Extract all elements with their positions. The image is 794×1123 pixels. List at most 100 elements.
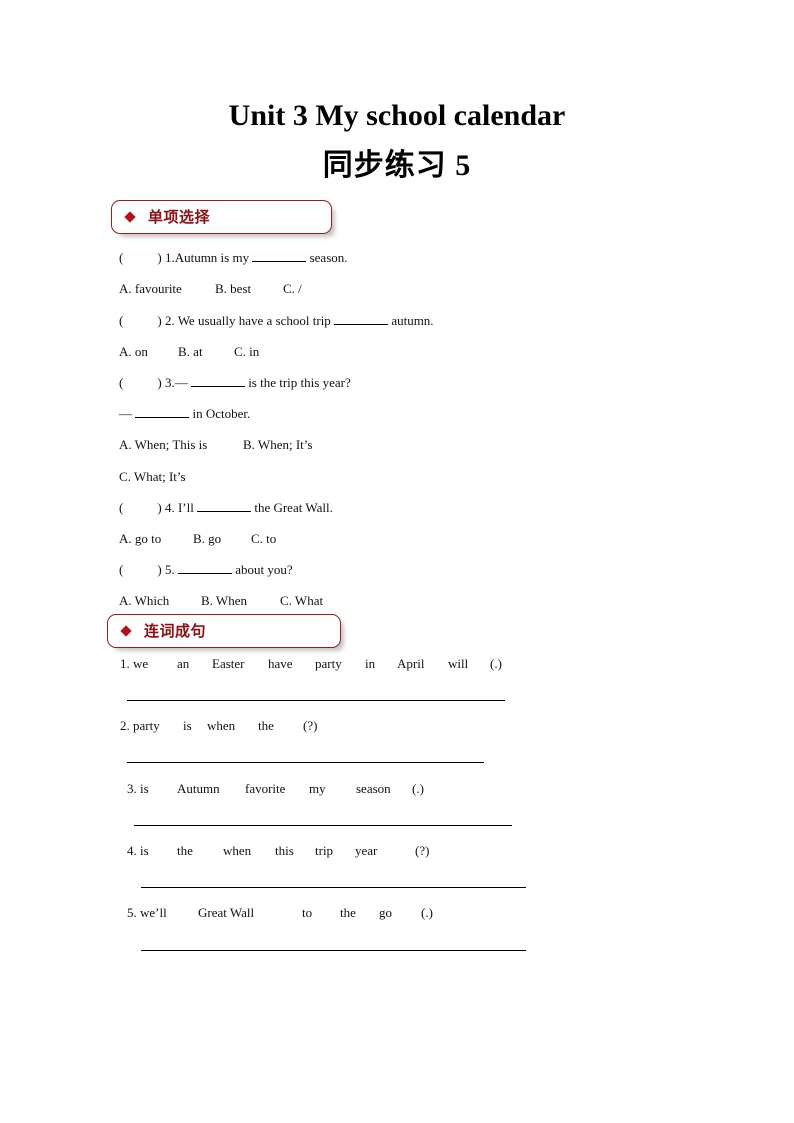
word: (?) [415,843,430,858]
answer-paren-close: ) [157,313,162,328]
answer-paren-close: ) [157,562,162,577]
word: an [177,656,190,671]
option-a: A. go to [119,531,162,546]
option-c: C. / [283,281,302,296]
fill-blank [252,251,307,262]
option-c: C. to [251,531,277,546]
answer-line-2[interactable] [127,762,484,763]
word: the [258,718,274,733]
word: year [355,843,378,858]
word: favorite [245,781,286,796]
answer-paren-close: ) [157,500,162,515]
fill-blank [334,314,389,325]
answer-paren-close: ) [157,250,162,265]
question-3-reply: — in October. [119,406,250,422]
answer-line-4[interactable] [141,887,526,888]
fill-blank [135,407,190,418]
question-stem: 1.Autumn is my [164,250,250,265]
diamond-bullet-icon [120,625,132,637]
question-1: () 1.Autumn is my season. [119,250,348,266]
question-tail: is the trip this year? [248,375,351,390]
question-4-options: A. go to B. go C. to [119,531,276,547]
answer-line-1[interactable] [127,700,505,701]
option-b: B. best [215,281,252,296]
word: April [397,656,425,671]
question-3: () 3.— is the trip this year? [119,375,351,391]
option-b: B. go [193,531,222,546]
diamond-bullet-icon [124,211,136,223]
word: party [315,656,342,671]
question-3-options-row1: A. When; This is B. When; It’s [119,437,312,453]
question-stem: 4. I’ll [164,500,194,515]
section-label: 连词成句 [144,624,207,640]
word: when [223,843,252,858]
question-5: () 5. about you? [119,562,293,578]
question-2-options: A. on B. at C. in [119,344,259,360]
option-b: B. at [178,344,203,359]
answer-paren-close: ) [157,375,162,390]
word: Great Wall [198,905,255,920]
reply-dash: — [119,406,132,421]
option-c: C. in [234,344,260,359]
word: this [275,843,294,858]
question-3-options-row2: C. What; It’s [119,469,186,485]
fill-blank [197,501,252,512]
option-a: A. When; This is [119,437,208,452]
page-title: Unit 3 My school calendar [228,99,566,132]
page-subtitle: 同步练习 5 [322,149,472,182]
word: have [268,656,293,671]
question-2: () 2. We usually have a school trip autu… [119,313,434,329]
word: 5. we’ll [127,905,167,920]
word: the [177,843,193,858]
question-tail: the Great Wall. [254,500,333,515]
section-header-multiple-choice: 单项选择 [111,200,332,234]
question-1-options: A. favourite B. best C. / [119,281,302,297]
fill-blank [177,563,232,574]
answer-paren-open: ( [119,250,124,265]
word: the [340,905,356,920]
word: (?) [303,718,318,733]
section-header-sentence-building: 连词成句 [107,614,341,648]
option-b: B. When [201,593,247,608]
word: 4. is [127,843,149,858]
option-a: A. favourite [119,281,182,296]
answer-paren-open: ( [119,375,124,390]
option-c: C. What; It’s [119,469,186,484]
question-tail: about you? [235,562,293,577]
word: (.) [490,656,502,671]
word: 1. we [120,656,149,671]
word: 3. is [127,781,149,796]
question-stem: 2. We usually have a school trip [164,313,331,328]
answer-line-5[interactable] [141,950,526,951]
word: when [207,718,236,733]
word: (.) [412,781,424,796]
question-4: () 4. I’ll the Great Wall. [119,500,333,516]
fill-blank [190,376,245,387]
answer-line-3[interactable] [134,825,512,826]
question-tail: season. [309,250,348,265]
question-stem: 5. [164,562,175,577]
option-c: C. What [280,593,324,608]
word: 2. party [120,718,160,733]
option-b: B. When; It’s [243,437,313,452]
reply-tail: in October. [192,406,251,421]
option-a: A. Which [119,593,170,608]
word: trip [315,843,334,858]
question-tail: autumn. [391,313,434,328]
section-label: 单项选择 [148,210,211,226]
question-5-options: A. Which B. When C. What [119,593,323,609]
word: will [448,656,469,671]
answer-paren-open: ( [119,313,124,328]
word: go [379,905,392,920]
word: Easter [212,656,245,671]
word: season [356,781,391,796]
word: is [183,718,192,733]
word: (.) [421,905,433,920]
answer-paren-open: ( [119,562,124,577]
word: Autumn [177,781,220,796]
word: my [309,781,326,796]
answer-paren-open: ( [119,500,124,515]
word: in [365,656,376,671]
option-a: A. on [119,344,148,359]
word: to [302,905,313,920]
